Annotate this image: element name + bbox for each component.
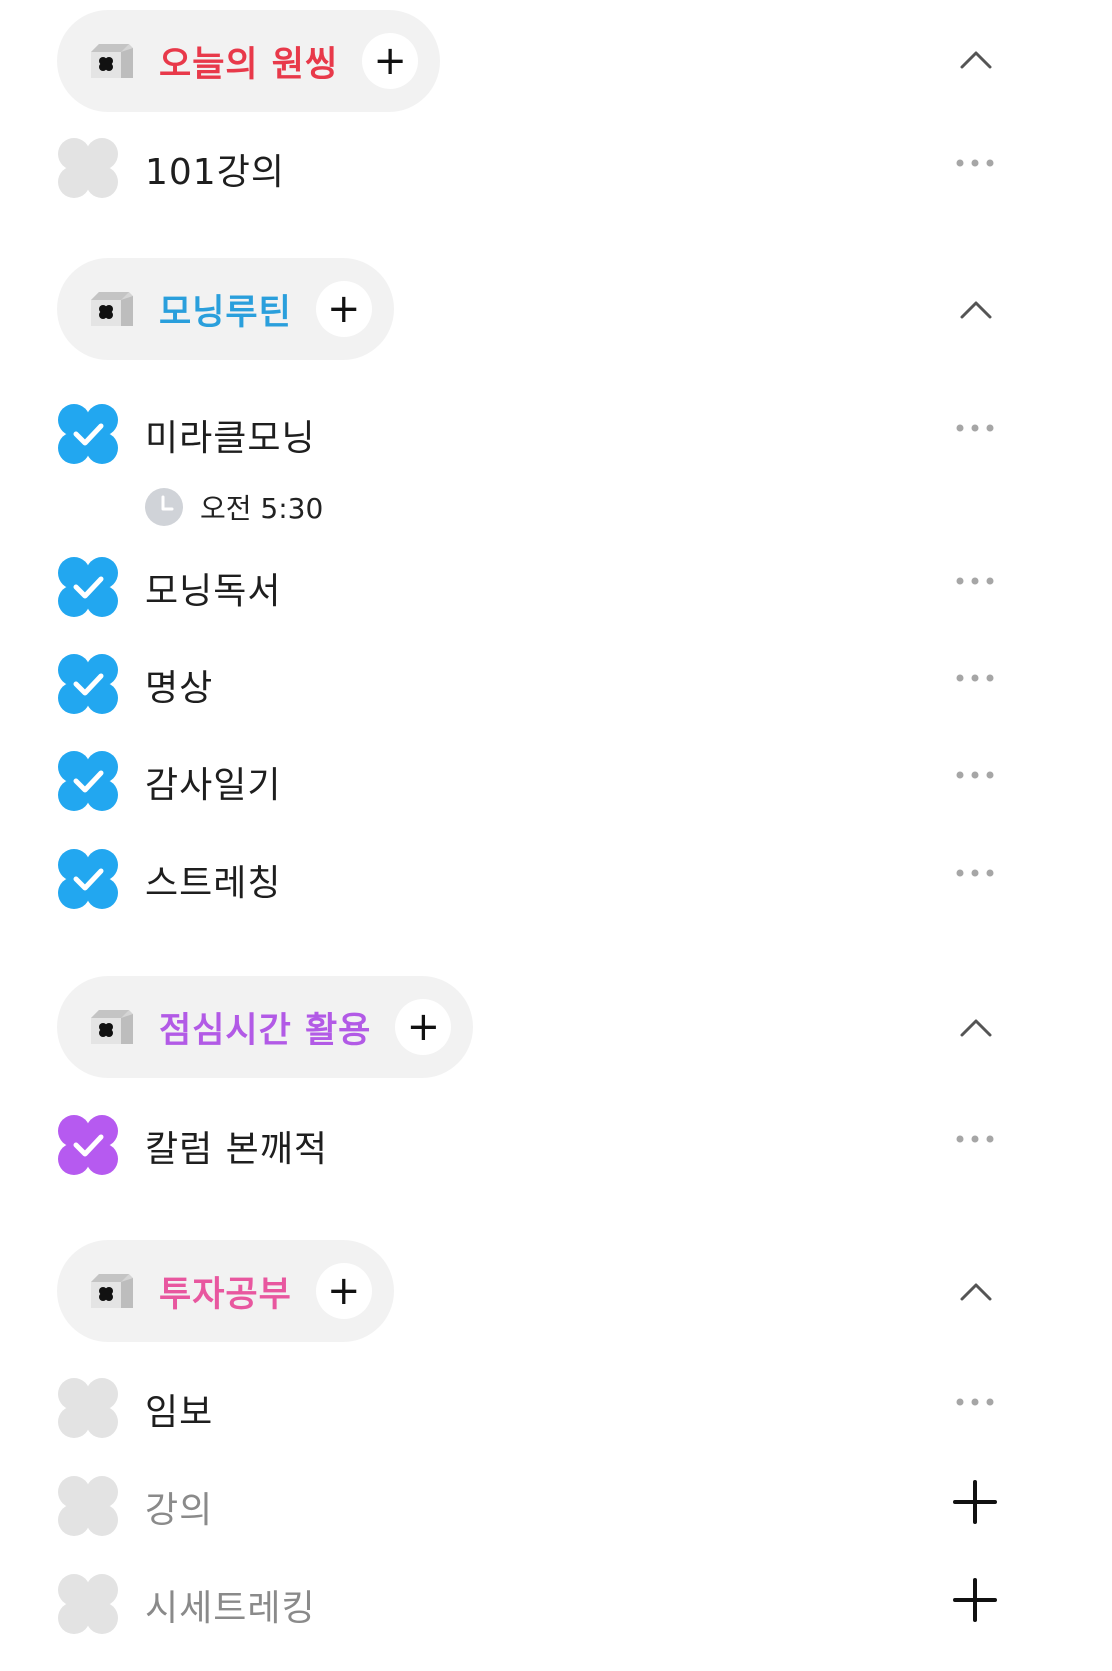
add-todo-button[interactable]: +	[315, 1263, 372, 1319]
more-icon[interactable]	[955, 423, 995, 433]
todo-label: 101강의	[145, 152, 285, 193]
unchecked-box[interactable]	[57, 137, 119, 199]
more-icon[interactable]	[955, 868, 995, 878]
more-icon[interactable]	[955, 1134, 995, 1144]
plus-icon: +	[327, 1268, 361, 1314]
chevron-up-icon[interactable]	[958, 47, 994, 71]
todo-label: 임보	[145, 1392, 214, 1433]
todo-label: 시세트레킹	[145, 1588, 316, 1629]
time-text: 오전 5:30	[200, 492, 324, 525]
folder-icon	[89, 288, 135, 330]
group-title: 투자공부	[159, 1274, 292, 1315]
todo-item[interactable]: 강의	[57, 1475, 1112, 1545]
todo-item[interactable]: 101강의	[57, 137, 1112, 207]
folder-icon	[89, 1006, 135, 1048]
chevron-up-icon[interactable]	[958, 1015, 994, 1039]
plus-icon: +	[373, 38, 407, 84]
group-header-lunch[interactable]: 점심시간 활용 +	[57, 976, 474, 1078]
group-header-onething[interactable]: 오늘의 원씽 +	[57, 10, 441, 112]
todo-item[interactable]: 칼럼 본깨적	[57, 1114, 1112, 1184]
checked-box[interactable]	[57, 556, 119, 618]
group-title: 점심시간 활용	[159, 1010, 372, 1051]
more-icon[interactable]	[955, 1397, 995, 1407]
checked-box[interactable]	[57, 653, 119, 715]
unchecked-box[interactable]	[57, 1573, 119, 1635]
checked-box[interactable]	[57, 403, 119, 465]
todo-item[interactable]: 명상	[57, 653, 1112, 723]
todo-label: 스트레칭	[145, 863, 282, 904]
group-header-investment[interactable]: 투자공부 +	[57, 1240, 394, 1342]
todo-label: 모닝독서	[145, 571, 282, 612]
group-header-morning-routine[interactable]: 모닝루틴 +	[57, 258, 394, 360]
plus-icon[interactable]	[953, 1480, 997, 1524]
folder-icon	[89, 1270, 135, 1312]
more-icon[interactable]	[955, 770, 995, 780]
add-todo-button[interactable]: +	[362, 33, 419, 89]
chevron-up-icon[interactable]	[958, 297, 994, 321]
todo-item[interactable]: 시세트레킹	[57, 1573, 1112, 1643]
folder-icon	[89, 40, 135, 82]
plus-icon[interactable]	[953, 1578, 997, 1622]
group-title: 모닝루틴	[159, 292, 292, 333]
chevron-up-icon[interactable]	[958, 1279, 994, 1303]
add-todo-button[interactable]: +	[395, 999, 452, 1055]
plus-icon: +	[406, 1004, 441, 1050]
checked-box[interactable]	[57, 1114, 119, 1176]
todo-item[interactable]: 임보	[57, 1377, 1112, 1447]
more-icon[interactable]	[955, 158, 995, 168]
todo-time[interactable]: 오전 5:30	[144, 486, 323, 528]
todo-item[interactable]: 모닝독서	[57, 556, 1112, 626]
unchecked-box[interactable]	[57, 1475, 119, 1537]
more-icon[interactable]	[955, 673, 995, 683]
group-title: 오늘의 원씽	[159, 44, 339, 85]
todo-item[interactable]: 스트레칭	[57, 848, 1112, 918]
todo-item[interactable]: 감사일기	[57, 750, 1112, 820]
todo-label: 강의	[145, 1490, 214, 1531]
todo-label: 명상	[145, 668, 214, 709]
todo-label: 칼럼 본깨적	[145, 1129, 329, 1170]
todo-item[interactable]: 미라클모닝	[57, 403, 1112, 473]
todo-label: 감사일기	[145, 765, 282, 806]
plus-icon: +	[327, 286, 361, 332]
clock-icon	[144, 487, 184, 527]
unchecked-box[interactable]	[57, 1377, 119, 1439]
todo-label: 미라클모닝	[145, 418, 316, 459]
more-icon[interactable]	[955, 576, 995, 586]
checked-box[interactable]	[57, 848, 119, 910]
checked-box[interactable]	[57, 750, 119, 812]
add-todo-button[interactable]: +	[315, 281, 372, 337]
